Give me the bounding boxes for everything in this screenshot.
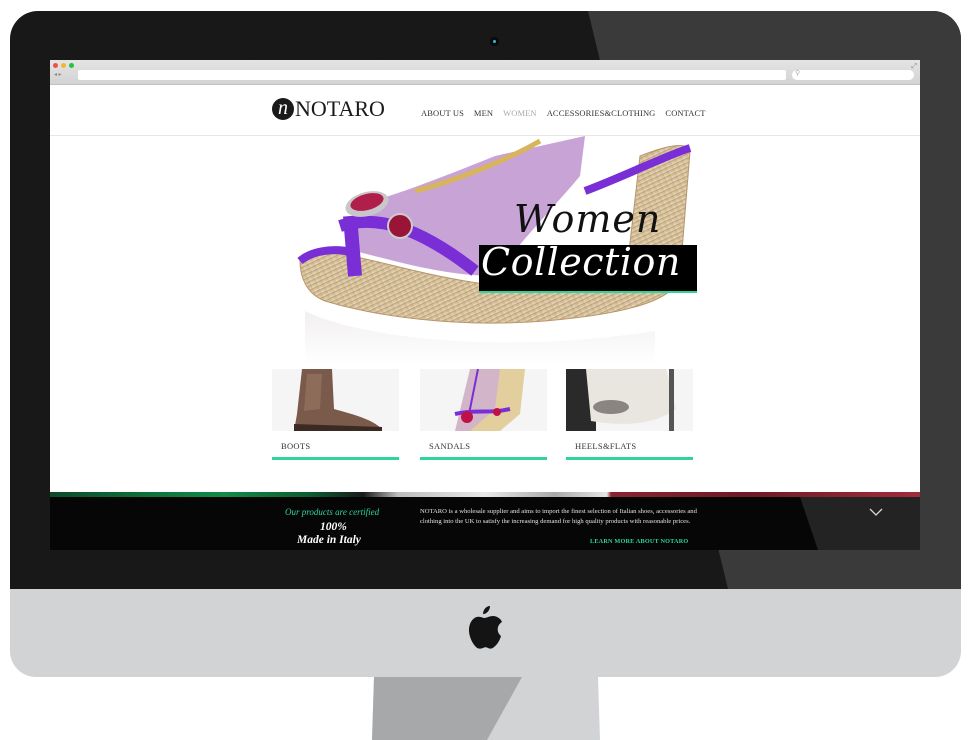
made-in-italy: Made in Italy bbox=[297, 534, 361, 546]
category-boots[interactable]: BOOTS bbox=[272, 369, 399, 461]
boots-image bbox=[272, 369, 399, 431]
category-list: BOOTS SANDALS HEELS&FLATS bbox=[272, 369, 694, 464]
category-underline bbox=[272, 457, 399, 460]
nav-men[interactable]: MEN bbox=[474, 108, 493, 118]
nav-women[interactable]: WOMEN bbox=[503, 108, 537, 118]
apple-logo-icon bbox=[468, 606, 502, 649]
back-forward-icon[interactable]: ◂ ▸ bbox=[54, 71, 74, 80]
italian-flag-stripe bbox=[50, 492, 920, 497]
category-underline bbox=[420, 457, 547, 460]
certified-label: Our products are certified bbox=[285, 507, 380, 517]
footer-reflection bbox=[800, 497, 920, 550]
site-logo[interactable]: n NOTARO bbox=[272, 95, 385, 123]
about-text: NOTARO is a wholesale supplier and aims … bbox=[420, 508, 697, 525]
nav-accessories-clothing[interactable]: ACCESSORIES&CLOTHING bbox=[547, 108, 656, 118]
site-header: n NOTARO ABOUT US MEN WOMEN ACCESSORIES&… bbox=[50, 85, 920, 136]
fullscreen-icon[interactable]: ⤢ bbox=[911, 62, 917, 71]
webcam-icon bbox=[490, 37, 499, 46]
category-sandals[interactable]: SANDALS bbox=[420, 369, 547, 461]
sandals-image bbox=[420, 369, 547, 431]
hero-title-line2: Collection bbox=[481, 240, 681, 284]
minimize-window-button[interactable] bbox=[61, 63, 66, 68]
nav-contact[interactable]: CONTACT bbox=[665, 108, 705, 118]
screen: ◂ ▸ ⚲ ⤢ n NOTARO ABOUT US MEN WOMEN ACCE… bbox=[50, 60, 920, 550]
category-underline bbox=[566, 457, 693, 460]
browser-toolbar: ◂ ▸ ⚲ ⤢ bbox=[50, 60, 920, 85]
maximize-window-button[interactable] bbox=[69, 63, 74, 68]
hero-title-line1: Women bbox=[514, 197, 662, 241]
category-label: BOOTS bbox=[281, 441, 311, 451]
category-label: SANDALS bbox=[429, 441, 471, 451]
hero-banner: Women Collection bbox=[50, 136, 920, 364]
browser-search-input[interactable]: ⚲ bbox=[792, 69, 914, 80]
category-heels-flats[interactable]: HEELS&FLATS bbox=[566, 369, 693, 461]
heels-image bbox=[566, 369, 693, 431]
chevron-down-icon[interactable] bbox=[869, 508, 883, 516]
main-nav: ABOUT US MEN WOMEN ACCESSORIES&CLOTHING … bbox=[421, 108, 706, 118]
category-label: HEELS&FLATS bbox=[575, 441, 637, 451]
learn-more-link[interactable]: LEARN MORE ABOUT NOTARO bbox=[590, 538, 688, 545]
certified-percent: 100% bbox=[320, 521, 347, 533]
logo-text: NOTARO bbox=[295, 96, 385, 121]
close-window-button[interactable] bbox=[53, 63, 58, 68]
site-footer: Our products are certified 100% Made in … bbox=[50, 492, 920, 550]
search-icon: ⚲ bbox=[795, 69, 801, 77]
nav-about-us[interactable]: ABOUT US bbox=[421, 108, 464, 118]
url-input[interactable] bbox=[78, 70, 786, 80]
logo-mark-icon: n bbox=[272, 98, 294, 120]
